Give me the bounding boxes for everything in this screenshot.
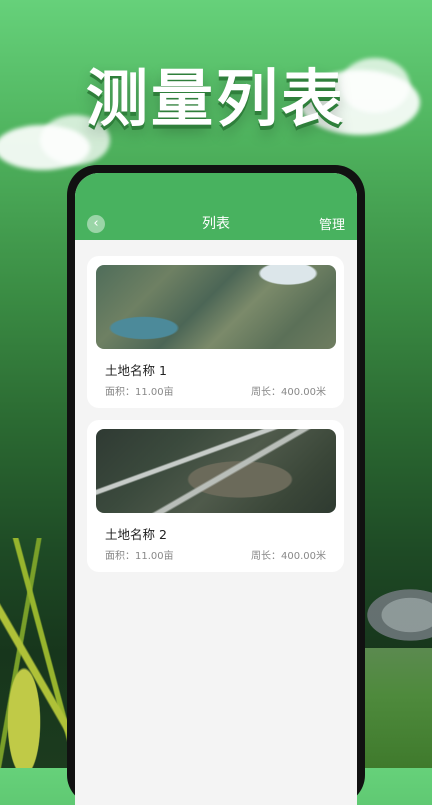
page-title: 列表 xyxy=(202,216,230,232)
headline: 测量列表 xyxy=(85,62,346,135)
land-name: 土地名称 2 xyxy=(105,527,167,542)
storm-cloud-decoration xyxy=(360,585,432,645)
land-thumbnail xyxy=(96,429,336,513)
land-area: 面积：11.00亩 xyxy=(105,387,174,398)
phone-frame: ‹ 列表 管理 土地名称 1 面积：11.00亩 周长：400.00米 土地名称… xyxy=(67,165,365,805)
land-name: 土地名称 1 xyxy=(105,363,167,378)
land-thumbnail xyxy=(96,265,336,349)
list-item[interactable]: 土地名称 2 面积：11.00亩 周长：400.00米 xyxy=(87,420,344,572)
app-bar: ‹ 列表 管理 xyxy=(75,173,357,240)
land-perimeter: 周长：400.00米 xyxy=(251,551,326,562)
list-item[interactable]: 土地名称 1 面积：11.00亩 周长：400.00米 xyxy=(87,256,344,408)
land-perimeter: 周长：400.00米 xyxy=(251,387,326,398)
land-area: 面积：11.00亩 xyxy=(105,551,174,562)
phone-screen: ‹ 列表 管理 土地名称 1 面积：11.00亩 周长：400.00米 土地名称… xyxy=(75,173,357,805)
manage-button[interactable]: 管理 xyxy=(319,214,345,233)
field-decoration xyxy=(360,648,432,768)
